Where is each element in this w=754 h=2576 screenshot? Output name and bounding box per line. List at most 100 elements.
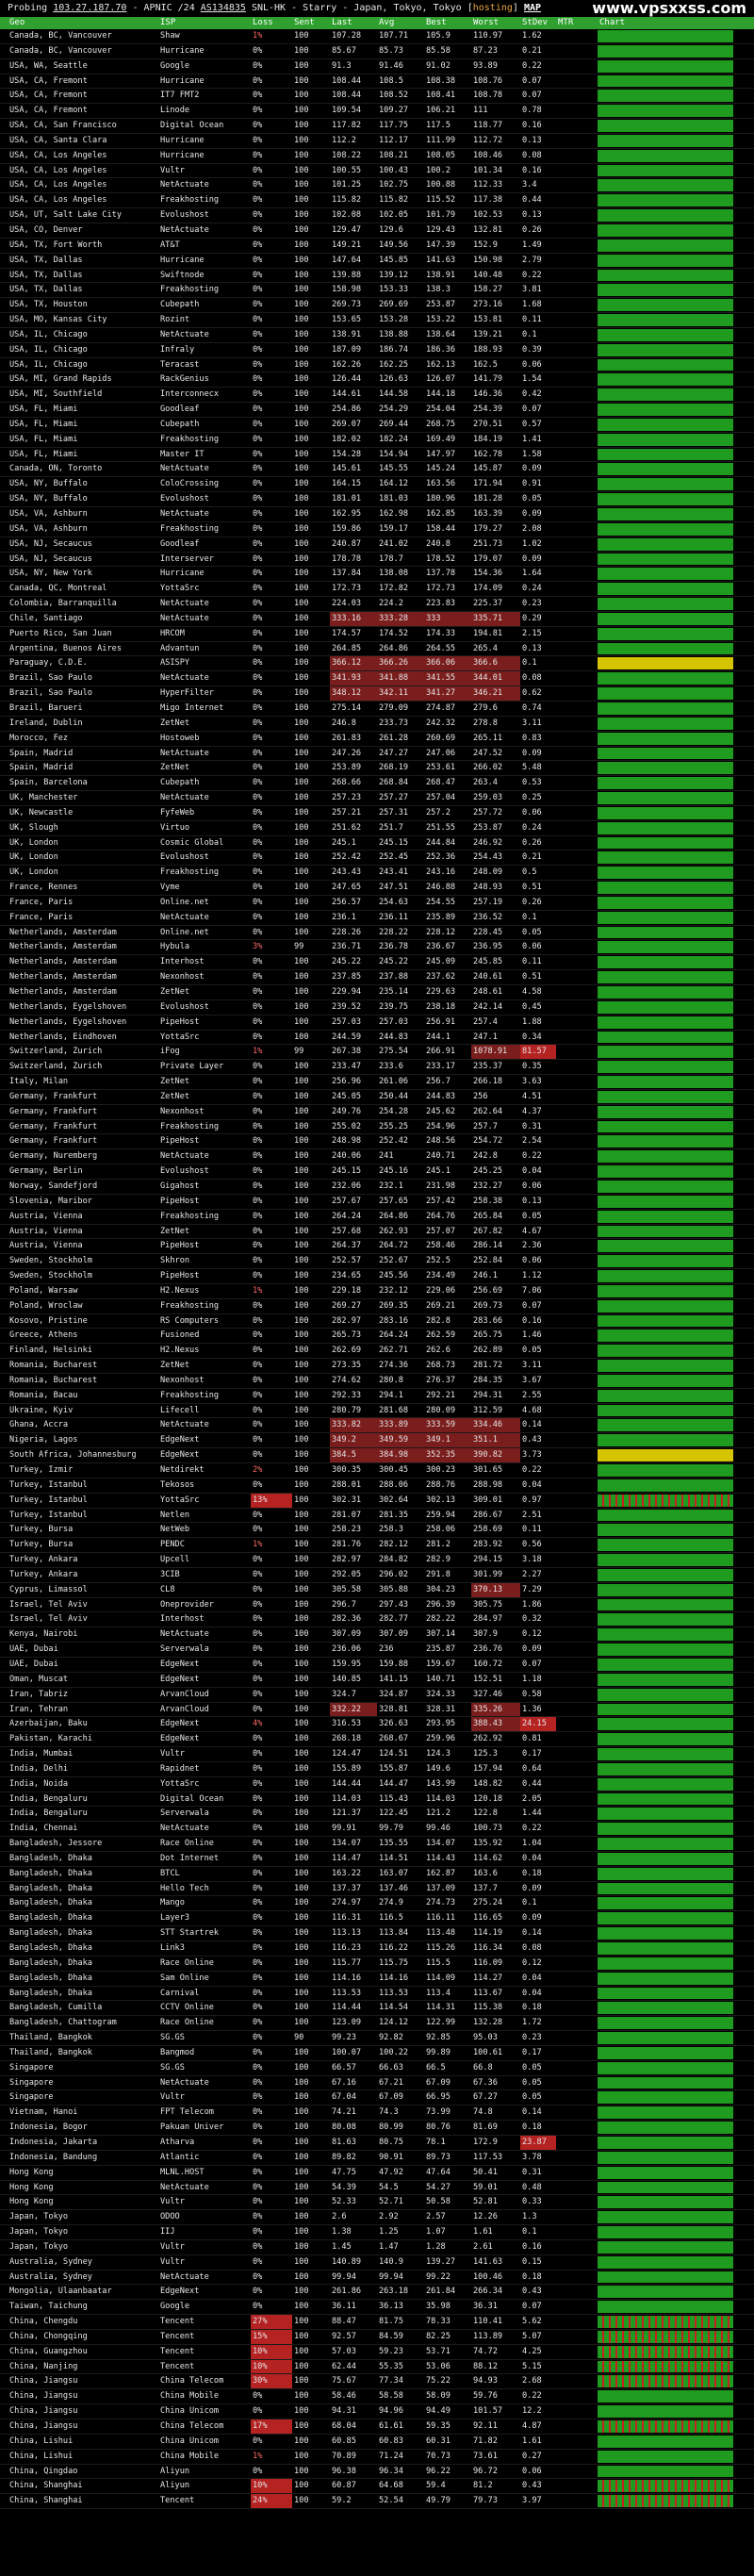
mtr-link[interactable]: [556, 59, 594, 74]
mtr-link[interactable]: [556, 1344, 594, 1358]
mtr-link[interactable]: [556, 343, 594, 357]
header-isp[interactable]: ISP: [158, 17, 251, 29]
header-sent[interactable]: Sent: [292, 17, 330, 29]
mtr-link[interactable]: [556, 671, 594, 685]
mtr-link[interactable]: [556, 2419, 594, 2434]
mtr-link[interactable]: [556, 254, 594, 268]
mtr-link[interactable]: [556, 1389, 594, 1403]
mtr-link[interactable]: [556, 926, 594, 940]
mtr-link[interactable]: [556, 1164, 594, 1179]
mtr-link[interactable]: [556, 448, 594, 462]
mtr-link[interactable]: [556, 2016, 594, 2030]
mtr-link[interactable]: [556, 1195, 594, 1209]
mtr-link[interactable]: [556, 717, 594, 731]
mtr-link[interactable]: [556, 1045, 594, 1059]
mtr-link[interactable]: [556, 1060, 594, 1074]
mtr-link[interactable]: [556, 1777, 594, 1792]
mtr-link[interactable]: [556, 791, 594, 805]
mtr-link[interactable]: [556, 2090, 594, 2105]
mtr-link[interactable]: [556, 1598, 594, 1612]
mtr-link[interactable]: [556, 1374, 594, 1388]
mtr-link[interactable]: [556, 1090, 594, 1104]
asn-link[interactable]: AS134835: [201, 3, 246, 13]
mtr-link[interactable]: [556, 1673, 594, 1687]
mtr-link[interactable]: [556, 1538, 594, 1552]
mtr-link[interactable]: [556, 119, 594, 133]
mtr-link[interactable]: [556, 1568, 594, 1582]
mtr-link[interactable]: [556, 2374, 594, 2388]
mtr-link[interactable]: [556, 985, 594, 999]
mtr-link[interactable]: [556, 806, 594, 820]
mtr-link[interactable]: [556, 1896, 594, 1910]
mtr-link[interactable]: [556, 911, 594, 925]
mtr-link[interactable]: [556, 2121, 594, 2135]
mtr-link[interactable]: [556, 896, 594, 910]
mtr-link[interactable]: [556, 2479, 594, 2493]
mtr-link[interactable]: [556, 1957, 594, 1971]
mtr-link[interactable]: [556, 940, 594, 954]
mtr-link[interactable]: [556, 283, 594, 297]
mtr-link[interactable]: [556, 1418, 594, 1432]
mtr-link[interactable]: [556, 1911, 594, 1925]
mtr-link[interactable]: [556, 193, 594, 207]
mtr-link[interactable]: [556, 1703, 594, 1717]
mtr-link[interactable]: [556, 1016, 594, 1030]
mtr-link[interactable]: [556, 313, 594, 327]
mtr-link[interactable]: [556, 1299, 594, 1313]
mtr-link[interactable]: [556, 2255, 594, 2270]
mtr-link[interactable]: [556, 2105, 594, 2120]
mtr-link[interactable]: [556, 1941, 594, 1956]
mtr-link[interactable]: [556, 2271, 594, 2285]
mtr-link[interactable]: [556, 1972, 594, 1986]
mtr-link[interactable]: [556, 732, 594, 746]
mtr-link[interactable]: [556, 955, 594, 969]
mtr-link[interactable]: [556, 1314, 594, 1329]
mtr-link[interactable]: [556, 178, 594, 192]
mtr-link[interactable]: [556, 747, 594, 761]
map-link[interactable]: MAP: [524, 3, 541, 13]
mtr-link[interactable]: [556, 1658, 594, 1672]
mtr-link[interactable]: [556, 1688, 594, 1702]
mtr-link[interactable]: [556, 2330, 594, 2344]
mtr-link[interactable]: [556, 2136, 594, 2150]
mtr-link[interactable]: [556, 1269, 594, 1283]
mtr-link[interactable]: [556, 970, 594, 984]
mtr-link[interactable]: [556, 418, 594, 432]
mtr-link[interactable]: [556, 1404, 594, 1418]
mtr-link[interactable]: [556, 553, 594, 567]
mtr-link[interactable]: [556, 1837, 594, 1851]
mtr-link[interactable]: [556, 433, 594, 447]
mtr-link[interactable]: [556, 239, 594, 253]
mtr-link[interactable]: [556, 1000, 594, 1015]
mtr-link[interactable]: [556, 567, 594, 581]
mtr-link[interactable]: [556, 1583, 594, 1597]
mtr-link[interactable]: [556, 1105, 594, 1119]
mtr-link[interactable]: [556, 2166, 594, 2180]
mtr-link[interactable]: [556, 1433, 594, 1447]
mtr-link[interactable]: [556, 1643, 594, 1657]
mtr-link[interactable]: [556, 1553, 594, 1567]
mtr-link[interactable]: [556, 358, 594, 372]
mtr-link[interactable]: [556, 1882, 594, 1896]
mtr-link[interactable]: [556, 2210, 594, 2224]
mtr-link[interactable]: [556, 1225, 594, 1239]
mtr-link[interactable]: [556, 1523, 594, 1537]
mtr-link[interactable]: [556, 269, 594, 283]
mtr-link[interactable]: [556, 2285, 594, 2299]
mtr-link[interactable]: [556, 850, 594, 865]
mtr-link[interactable]: [556, 1134, 594, 1148]
mtr-link[interactable]: [556, 1852, 594, 1866]
mtr-link[interactable]: [556, 1284, 594, 1298]
mtr-link[interactable]: [556, 328, 594, 342]
header-stdev[interactable]: StDev: [520, 17, 556, 29]
mtr-link[interactable]: [556, 164, 594, 178]
mtr-link[interactable]: [556, 522, 594, 537]
mtr-link[interactable]: [556, 582, 594, 596]
mtr-link[interactable]: [556, 507, 594, 521]
mtr-link[interactable]: [556, 1732, 594, 1746]
mtr-link[interactable]: [556, 104, 594, 118]
mtr-link[interactable]: [556, 1509, 594, 1523]
mtr-link[interactable]: [556, 2360, 594, 2374]
mtr-link[interactable]: [556, 298, 594, 312]
header-loss[interactable]: Loss: [251, 17, 292, 29]
